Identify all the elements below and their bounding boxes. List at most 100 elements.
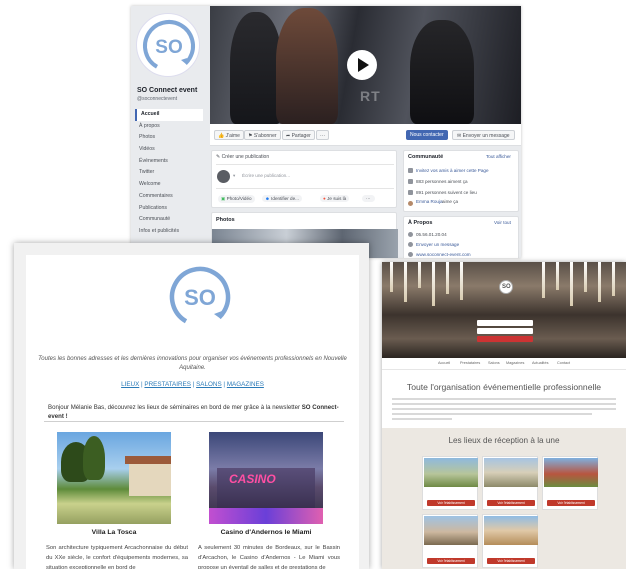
venue-title-casino[interactable]: Casino d'Andernos le Miami xyxy=(209,529,323,536)
view-venue-button[interactable]: Voir l'établissement xyxy=(427,558,475,564)
screenshot-collage: SO SO Connect event @soconnectevent Accu… xyxy=(0,0,626,569)
chandelier-decor xyxy=(598,262,601,302)
nav-item-a-propos[interactable]: À propos xyxy=(135,121,203,133)
view-venue-button[interactable]: Voir l'établissement xyxy=(487,558,535,564)
photo-video-label: Photo/Vidéo xyxy=(226,196,252,201)
website-logo-text: SO xyxy=(502,284,511,290)
nav-item-photos[interactable]: Photos xyxy=(135,132,203,144)
nav-item-infos-publicites[interactable]: Infos et publicités xyxy=(135,226,203,238)
web-nav-prestataires[interactable]: Prestataires xyxy=(460,361,480,365)
web-nav-salons[interactable]: Salons xyxy=(488,361,500,365)
venue-card[interactable]: Voir l'établissement xyxy=(482,514,538,568)
venue-description-casino: A seulement 30 minutes de Bordeaux, sur … xyxy=(198,545,340,569)
contact-us-button[interactable]: Nous contacter xyxy=(406,130,448,140)
chandelier-decor xyxy=(584,262,587,292)
more-options-button[interactable]: ··· xyxy=(316,130,329,140)
chandelier-decor xyxy=(542,262,545,298)
chandelier-decor xyxy=(612,262,615,296)
link-magazines[interactable]: MAGAZINES xyxy=(227,381,264,388)
newsletter-category-links: LIEUX | PRESTATAIRES | SALONS | MAGAZINE… xyxy=(26,381,359,388)
casino-sign: CASINO xyxy=(229,472,276,486)
post-input[interactable]: Écrire une publication... xyxy=(242,173,290,178)
tag-friends-button[interactable]: ☻ Identifier de... xyxy=(262,195,302,202)
website-link[interactable]: www.soconnect-event.com xyxy=(416,252,471,257)
nav-item-accueil[interactable]: Accueil xyxy=(135,109,203,121)
checkin-label: Je suis là xyxy=(327,196,347,201)
newsletter-greeting: Bonjour Mélanie Bas, découvrez les lieux… xyxy=(48,403,348,421)
share-button[interactable]: ➦ Partager xyxy=(282,130,315,140)
divider xyxy=(216,188,394,189)
venue-card[interactable]: Voir l'établissement xyxy=(542,456,598,510)
chandelier-decor xyxy=(556,262,559,290)
nav-item-commentaires[interactable]: Commentaires xyxy=(135,191,203,203)
web-nav-actualites[interactable]: Actualités xyxy=(532,361,548,365)
phone-icon xyxy=(408,232,413,237)
page-name[interactable]: SO Connect event xyxy=(137,87,197,94)
nav-item-twitter[interactable]: Twitter xyxy=(135,167,203,179)
venue-photo-villa[interactable] xyxy=(57,432,171,524)
link-salons[interactable]: SALONS xyxy=(196,381,222,388)
villa-building xyxy=(129,462,171,496)
about-see-all-link[interactable]: Voir tout xyxy=(494,220,511,225)
community-see-all-link[interactable]: Tout afficher xyxy=(486,154,511,159)
community-title: Communauté xyxy=(408,154,444,160)
venue-title-villa[interactable]: Villa La Tosca xyxy=(57,529,171,536)
chandelier-decor xyxy=(390,262,393,292)
video-person-middle xyxy=(276,8,338,124)
website-headline: Toute l'organisation événementielle prof… xyxy=(406,382,602,392)
chandelier-decor xyxy=(570,262,573,306)
nav-item-evenements[interactable]: Événements xyxy=(135,156,203,168)
cover-video[interactable]: RT xyxy=(210,6,521,124)
venue-card[interactable]: Voir l'établissement xyxy=(422,456,478,510)
friend-avatar[interactable] xyxy=(408,201,413,206)
page-profile-logo[interactable]: SO xyxy=(136,13,200,77)
invite-friends-link[interactable]: Invitez vos amis à aimer cette Page xyxy=(416,168,489,173)
view-venue-button[interactable]: Voir l'établissement xyxy=(547,500,595,506)
web-nav-contact[interactable]: Contact xyxy=(557,361,570,365)
more-post-options-button[interactable]: ··· xyxy=(362,195,375,202)
venue-description-villa: Son architecture typiquement Arcachonnai… xyxy=(46,545,188,569)
web-nav-magazines[interactable]: Magazines xyxy=(506,361,524,365)
nav-item-videos[interactable]: Vidéos xyxy=(135,144,203,156)
greeting-text: Bonjour Mélanie Bas, découvrez les lieux… xyxy=(48,404,302,411)
avatar[interactable] xyxy=(217,170,230,183)
checkin-button[interactable]: ● Je suis là xyxy=(320,195,350,202)
send-message-button[interactable]: ✉ Envoyer un message xyxy=(452,130,515,140)
facebook-page-panel: SO SO Connect event @soconnectevent Accu… xyxy=(131,6,521,258)
chandelier-decor xyxy=(404,262,407,302)
chevron-down-icon[interactable]: ▾ xyxy=(233,173,235,179)
create-post-title-text: Créer une publication xyxy=(221,154,270,160)
friend-name-link[interactable]: Emma Rouja xyxy=(416,199,443,204)
thumbs-up-icon xyxy=(408,179,413,184)
venue-card[interactable]: Voir l'établissement xyxy=(422,514,478,568)
search-what-input[interactable] xyxy=(477,320,533,326)
nav-item-welcome[interactable]: Welcome xyxy=(135,179,203,191)
link-prestataires[interactable]: PRESTATAIRES xyxy=(144,381,191,388)
villa-roof xyxy=(125,456,171,464)
greeting-suffix: ! xyxy=(63,413,68,420)
view-venue-button[interactable]: Voir l'établissement xyxy=(487,500,535,506)
photos-title[interactable]: Photos xyxy=(216,217,235,223)
send-message-label: Envoyer un message xyxy=(462,133,510,139)
send-message-link[interactable]: Envoyer un message xyxy=(416,242,459,247)
venue-card[interactable]: Voir l'établissement xyxy=(482,456,538,510)
search-where-input[interactable] xyxy=(477,328,533,334)
likes-count: 883 personnes aiment ça xyxy=(416,179,468,184)
view-venue-button[interactable]: Voir l'établissement xyxy=(427,500,475,506)
website-logo[interactable]: SO xyxy=(499,280,513,294)
nav-item-communaute[interactable]: Communauté xyxy=(135,214,203,226)
newsletter-body: SO Toutes les bonnes adresses et les der… xyxy=(26,255,359,569)
nav-item-publications[interactable]: Publications xyxy=(135,203,203,215)
link-lieux[interactable]: LIEUX xyxy=(121,381,139,388)
like-button[interactable]: 👍 J'aime xyxy=(214,130,244,140)
follow-button[interactable]: ⚑ S'abonner xyxy=(244,130,281,140)
photo-video-button[interactable]: ▣ Photo/Vidéo xyxy=(218,195,255,203)
web-nav-accueil[interactable]: Accueil xyxy=(438,361,450,365)
play-icon[interactable] xyxy=(347,50,377,80)
search-button[interactable] xyxy=(477,336,533,342)
venue-photo-casino[interactable]: CASINO xyxy=(209,432,323,524)
chandelier-decor xyxy=(446,262,449,294)
video-person-right xyxy=(410,20,474,124)
chandelier-decor xyxy=(460,262,463,300)
share-label: Partager xyxy=(291,133,311,139)
